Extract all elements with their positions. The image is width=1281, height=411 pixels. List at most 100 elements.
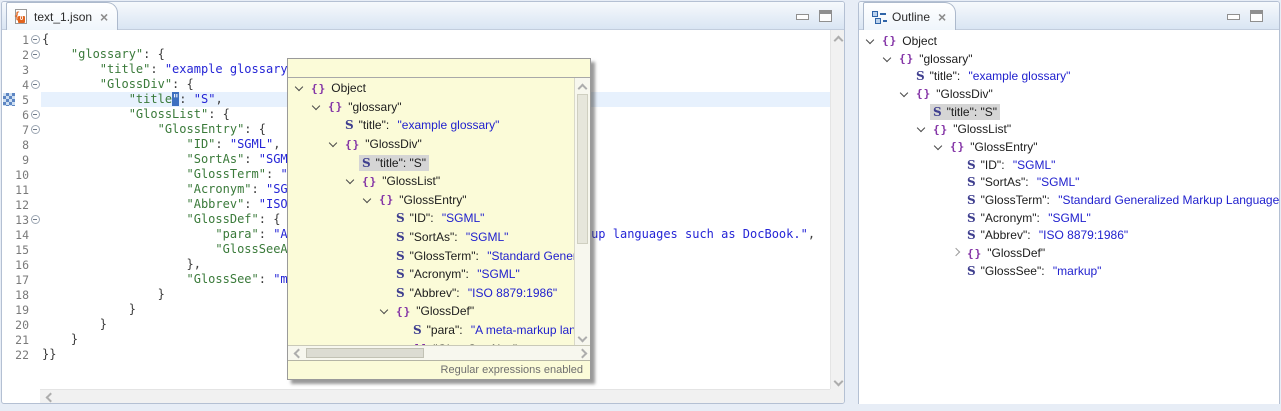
tree-row[interactable]: S"title": "example glossary"	[288, 116, 574, 135]
tree-row[interactable]: {}"glossary"	[859, 50, 1279, 68]
scrollbar-thumb[interactable]	[306, 348, 424, 358]
tree-row[interactable]: S"para": "A meta-markup language, used t…	[288, 321, 574, 340]
tree-node-content[interactable]: S"SortAs": "SGML"	[964, 174, 1082, 190]
tree-node-content[interactable]: {}"GlossEntry"	[376, 192, 469, 208]
tree-node-content[interactable]: {}"GlossList"	[930, 121, 1014, 137]
chevron-down-icon[interactable]	[377, 304, 393, 318]
chevron-down-icon[interactable]	[292, 81, 308, 95]
tree-node-content[interactable]: S"Abbrev": "ISO 8879:1986"	[393, 285, 560, 301]
fold-collapse-icon[interactable]	[31, 80, 40, 89]
tree-row[interactable]: {}"GlossDef"	[859, 244, 1279, 262]
tree-node-content[interactable]: {}"GlossDef"	[964, 245, 1048, 261]
tree-row[interactable]: S"SortAs": "SGML"	[859, 174, 1279, 192]
tree-node-content[interactable]: {}"GlossDiv"	[342, 136, 425, 152]
fold-collapse-icon[interactable]	[31, 215, 40, 224]
tree-node-content[interactable]: S"GlossTerm": "Standard Generalized Mark…	[393, 248, 574, 264]
maximize-icon[interactable]	[1250, 10, 1263, 22]
popup-filter-input[interactable]	[288, 59, 590, 77]
tree-node-content[interactable]: {}"GlossList"	[359, 173, 443, 189]
scroll-left-icon[interactable]	[292, 349, 299, 356]
tree-node-content[interactable]: {}"GlossEntry"	[947, 139, 1040, 155]
scroll-left-icon[interactable]	[44, 393, 51, 400]
tree-node-content[interactable]: {}"GlossDiv"	[913, 86, 996, 102]
chevron-down-icon[interactable]	[880, 52, 896, 66]
tree-node-label: "ID":	[981, 158, 1005, 172]
tree-row[interactable]: S"Acronym": "SGML"	[288, 265, 574, 284]
scroll-down-icon[interactable]	[578, 334, 585, 341]
scrollbar-thumb[interactable]	[577, 94, 588, 244]
chevron-down-icon[interactable]	[914, 122, 930, 136]
fold-collapse-icon[interactable]	[31, 125, 40, 134]
scroll-up-icon[interactable]	[578, 82, 585, 89]
tree-node-content[interactable]: {}Object	[879, 33, 940, 49]
tree-node-content[interactable]: S"ID": "SGML"	[393, 210, 487, 226]
chevron-down-icon[interactable]	[863, 34, 879, 48]
tree-row[interactable]: S"title": "S"	[859, 103, 1279, 121]
tab-close-icon[interactable]: ×	[100, 11, 108, 23]
tab-outline[interactable]: Outline ×	[863, 2, 956, 30]
code-line[interactable]: {	[41, 32, 830, 47]
tree-row[interactable]: S"Acronym": "SGML"	[859, 209, 1279, 227]
minimize-icon[interactable]	[796, 14, 809, 20]
tree-node-content[interactable]: S"title": "example glossary"	[342, 117, 502, 133]
tree-node-content[interactable]: S"title": "S"	[930, 104, 1000, 120]
chevron-down-icon[interactable]	[897, 87, 913, 101]
tree-row[interactable]: S"ID": "SGML"	[859, 156, 1279, 174]
tree-row[interactable]: {}"GlossEntry"	[859, 138, 1279, 156]
tree-node-content[interactable]: S"Abbrev": "ISO 8879:1986"	[964, 227, 1131, 243]
tree-row[interactable]: S"Abbrev": "ISO 8879:1986"	[288, 284, 574, 303]
scroll-up-icon[interactable]	[834, 34, 841, 41]
tree-row[interactable]: S"SortAs": "SGML"	[288, 228, 574, 247]
tree-node-content[interactable]: S"GlossSee": "markup"	[964, 263, 1104, 279]
fold-collapse-icon[interactable]	[31, 110, 40, 119]
tree-row[interactable]: S"GlossSee": "markup"	[859, 262, 1279, 280]
popup-tree[interactable]: {}Object {}"glossary" S"title": "example g…	[288, 78, 574, 345]
tree-row[interactable]: {}"GlossDef"	[288, 302, 574, 321]
tree-row[interactable]: S"Abbrev": "ISO 8879:1986"	[859, 227, 1279, 245]
tree-row[interactable]: {}"GlossList"	[288, 172, 574, 191]
outline-tree[interactable]: {}Object {}"glossary"S"title": "example g…	[859, 30, 1279, 408]
chevron-down-icon[interactable]	[343, 174, 359, 188]
chevron-down-icon[interactable]	[360, 193, 376, 207]
tree-node-content[interactable]: S"para": "A meta-markup language, used t…	[410, 322, 574, 338]
maximize-icon[interactable]	[819, 10, 832, 22]
tree-row[interactable]: {}"glossary"	[288, 98, 574, 117]
tree-node-content[interactable]: S"title": "example glossary"	[913, 68, 1073, 84]
fold-collapse-icon[interactable]	[31, 35, 40, 44]
popup-vertical-scrollbar[interactable]	[574, 78, 590, 345]
tree-row[interactable]: S"GlossTerm": "Standard Generalized Mark…	[859, 191, 1279, 209]
tree-row[interactable]: {}"GlossList"	[859, 120, 1279, 138]
tree-node-content[interactable]: {}Object	[308, 80, 369, 96]
tree-row[interactable]: {}"GlossDiv"	[288, 135, 574, 154]
tree-row[interactable]: {}"GlossDiv"	[859, 85, 1279, 103]
tree-node-content[interactable]: S"Acronym": "SGML"	[964, 210, 1094, 226]
tree-node-content[interactable]: {}"GlossDef"	[393, 303, 477, 319]
tree-node-content[interactable]: S"GlossTerm": "Standard Generalized Mark…	[964, 192, 1279, 208]
scroll-down-icon[interactable]	[834, 378, 841, 385]
tab-text-1-json[interactable]: {0 text_1.json ×	[6, 2, 118, 30]
tree-row[interactable]: S"title": "example glossary"	[859, 67, 1279, 85]
tree-node-content[interactable]: S"Acronym": "SGML"	[393, 266, 523, 282]
chevron-down-icon[interactable]	[326, 137, 342, 151]
chevron-down-icon[interactable]	[931, 140, 947, 154]
tree-node-content[interactable]: {}"glossary"	[896, 51, 975, 67]
editor-vertical-scrollbar[interactable]	[830, 30, 844, 389]
tree-node-content[interactable]: S"SortAs": "SGML"	[393, 229, 511, 245]
fold-collapse-icon[interactable]	[31, 50, 40, 59]
chevron-down-icon[interactable]	[309, 100, 325, 114]
tree-row[interactable]: {}"GlossEntry"	[288, 191, 574, 210]
minimize-icon[interactable]	[1227, 14, 1240, 20]
tree-row[interactable]: {}Object	[288, 79, 574, 98]
tree-row[interactable]: S"GlossTerm": "Standard Generalized Mark…	[288, 246, 574, 265]
tree-row[interactable]: S"title": "S"	[288, 153, 574, 172]
tree-row[interactable]: {}Object	[859, 32, 1279, 50]
popup-horizontal-scrollbar[interactable]	[288, 345, 590, 360]
tab-close-icon[interactable]: ×	[938, 11, 946, 23]
scroll-right-icon[interactable]	[579, 349, 586, 356]
tree-node-content[interactable]: {}"glossary"	[325, 99, 404, 115]
tree-node-content[interactable]: S"title": "S"	[359, 155, 429, 171]
tree-node-content[interactable]: S"ID": "SGML"	[964, 157, 1058, 173]
chevron-right-icon[interactable]	[948, 246, 964, 260]
editor-horizontal-scrollbar[interactable]	[40, 389, 830, 403]
tree-row[interactable]: S"ID": "SGML"	[288, 209, 574, 228]
